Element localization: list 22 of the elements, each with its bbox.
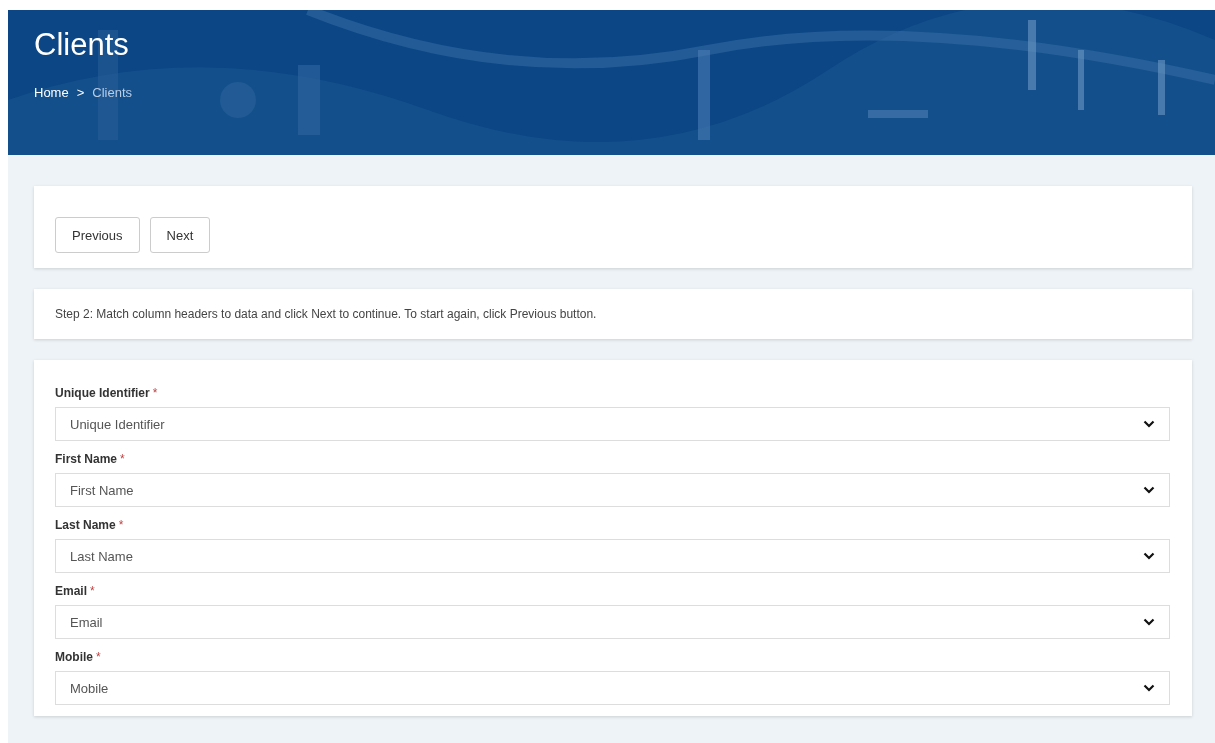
chevron-down-icon xyxy=(1143,420,1155,428)
previous-button[interactable]: Previous xyxy=(55,217,140,253)
field-label: Mobile * xyxy=(55,650,101,664)
field-label: Last Name * xyxy=(55,518,124,532)
select-field[interactable]: First Name xyxy=(55,473,1170,507)
breadcrumb-separator: > xyxy=(76,85,85,100)
chevron-down-icon xyxy=(1143,486,1155,494)
field-label: Email * xyxy=(55,584,95,598)
select-field[interactable]: Last Name xyxy=(55,539,1170,573)
breadcrumb-current: Clients xyxy=(92,85,133,100)
field-label: Unique Identifier * xyxy=(55,386,158,400)
instruction-text: Step 2: Match column headers to data and click Next to continue. To start again, click Previous button. xyxy=(55,307,598,321)
select-field[interactable]: Mobile xyxy=(55,671,1170,705)
select-field[interactable]: Email xyxy=(55,605,1170,639)
select-field[interactable]: Unique Identifier xyxy=(55,407,1170,441)
chevron-down-icon xyxy=(1143,618,1155,626)
field-label: First Name * xyxy=(55,452,125,466)
page-title: Clients xyxy=(34,27,129,63)
chevron-down-icon xyxy=(1143,684,1155,692)
breadcrumb-link[interactable]: Home xyxy=(34,85,69,100)
chevron-down-icon xyxy=(1143,552,1155,560)
next-button[interactable]: Next xyxy=(149,217,211,253)
